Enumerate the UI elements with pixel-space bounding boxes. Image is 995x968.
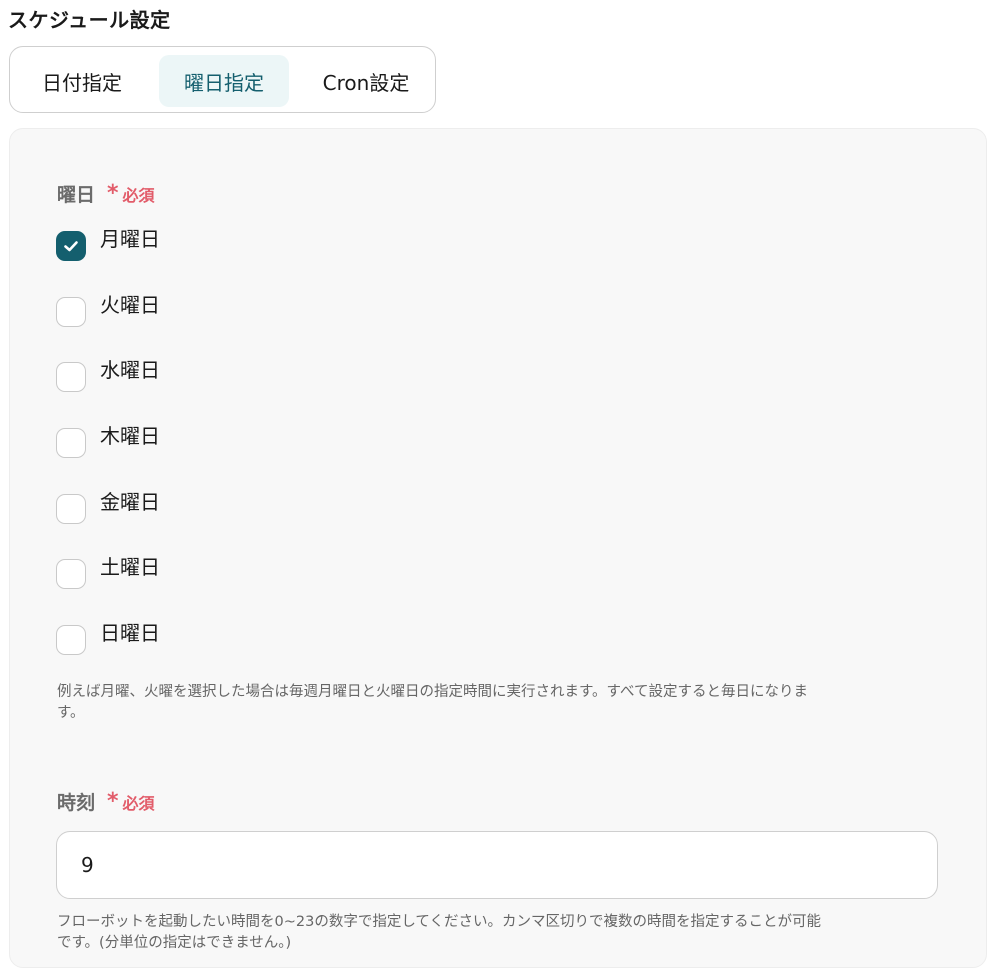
- checkbox-friday[interactable]: [56, 494, 86, 524]
- weekday-help-text: 例えば月曜、火曜を選択した場合は毎週月曜日と火曜日の指定時間に実行されます。すべ…: [57, 682, 947, 724]
- checkbox-tuesday[interactable]: [56, 297, 86, 327]
- weekday-help-line: す。: [57, 705, 85, 721]
- checkbox-label-saturday: 土曜日: [100, 555, 160, 579]
- tab-cron[interactable]: Cron設定: [302, 55, 430, 107]
- check-icon: [64, 241, 78, 252]
- time-input[interactable]: 9: [56, 831, 938, 899]
- time-help-line: フローボットを起動したい時間を0~23の数字で指定してください。カンマ区切りで複…: [57, 914, 821, 930]
- checkbox-saturday[interactable]: [56, 559, 86, 589]
- checkbox-label-wednesday: 水曜日: [100, 358, 160, 382]
- weekday-help-line: 例えば月曜、火曜を選択した場合は毎週月曜日と火曜日の指定時間に実行されます。すべ…: [57, 684, 808, 700]
- checkbox-wednesday[interactable]: [56, 362, 86, 392]
- required-text: 必須: [122, 793, 155, 813]
- checkbox-row-wednesday[interactable]: 水曜日: [56, 358, 160, 392]
- checkbox-label-thursday: 木曜日: [100, 424, 160, 448]
- checkbox-row-monday[interactable]: 月曜日: [56, 227, 160, 261]
- time-label: 時刻: [57, 792, 96, 814]
- schedule-type-tabs: 日付指定 曜日指定 Cron設定: [9, 46, 436, 113]
- checkbox-sunday[interactable]: [56, 625, 86, 655]
- checkbox-row-sunday[interactable]: 日曜日: [56, 621, 160, 655]
- time-field-label: 時刻 * 必須: [57, 788, 155, 815]
- time-input-value: 9: [81, 853, 94, 877]
- checkbox-row-friday[interactable]: 金曜日: [56, 490, 160, 524]
- weekday-field-label: 曜日 * 必須: [57, 180, 155, 207]
- checkbox-row-saturday[interactable]: 土曜日: [56, 555, 160, 589]
- checkbox-label-tuesday: 火曜日: [100, 293, 160, 317]
- required-asterisk-icon: *: [107, 788, 119, 814]
- required-asterisk-icon: *: [107, 180, 119, 206]
- page-title: スケジュール設定: [8, 8, 171, 32]
- tab-weekday[interactable]: 曜日指定: [159, 55, 289, 107]
- required-text: 必須: [122, 185, 155, 205]
- checkbox-row-tuesday[interactable]: 火曜日: [56, 293, 160, 327]
- checkbox-row-thursday[interactable]: 木曜日: [56, 424, 160, 458]
- tab-date[interactable]: 日付指定: [18, 55, 146, 107]
- time-help-line: です。(分単位の指定はできません。): [57, 935, 292, 951]
- checkbox-thursday[interactable]: [56, 428, 86, 458]
- weekday-label: 曜日: [57, 184, 96, 206]
- checkbox-monday[interactable]: [56, 231, 86, 261]
- checkbox-label-monday: 月曜日: [100, 227, 160, 251]
- checkbox-label-sunday: 日曜日: [100, 621, 160, 645]
- time-help-text: フローボットを起動したい時間を0~23の数字で指定してください。カンマ区切りで複…: [57, 912, 947, 954]
- checkbox-label-friday: 金曜日: [100, 490, 160, 514]
